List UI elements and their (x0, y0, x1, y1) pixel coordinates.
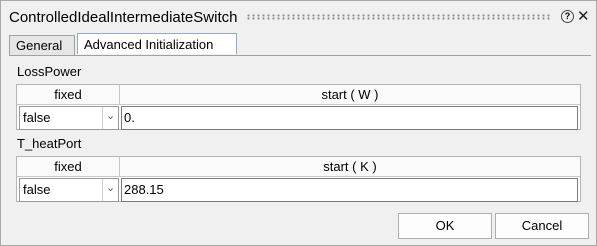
column-header-fixed: fixed (17, 85, 120, 105)
chevron-down-icon[interactable]: ⌄ (102, 179, 118, 201)
tab-general[interactable]: General (9, 35, 75, 55)
losspower-fixed-value: false (23, 110, 51, 125)
window-title: ControlledIdealIntermediateSwitch (9, 9, 238, 26)
section-label-losspower: LossPower (17, 64, 82, 79)
theatport-start-value: 288.15 (124, 182, 164, 197)
cancel-button[interactable]: Cancel (495, 213, 589, 239)
column-header-fixed: fixed (17, 157, 120, 177)
chevron-down-icon[interactable]: ⌄ (102, 107, 118, 129)
title-bar[interactable]: ControlledIdealIntermediateSwitch ? ✕ (1, 1, 596, 31)
column-header-start: start ( K ) (120, 157, 580, 177)
losspower-grid: fixed start ( W ) false ⌄ 0. (16, 84, 581, 130)
section-label-theatport: T_heatPort (17, 136, 82, 151)
help-icon[interactable]: ? (561, 10, 574, 23)
column-header-start: start ( W ) (120, 85, 580, 105)
ok-button[interactable]: OK (398, 213, 492, 239)
theatport-fixed-select[interactable]: false ⌄ (19, 178, 119, 202)
losspower-start-input[interactable]: 0. (121, 106, 578, 130)
close-icon[interactable]: ✕ (577, 7, 590, 25)
theatport-grid: fixed start ( K ) false ⌄ 288.15 (16, 156, 581, 202)
losspower-start-value: 0. (124, 110, 135, 125)
drag-grip[interactable] (246, 14, 551, 20)
tab-advanced-initialization[interactable]: Advanced Initialization (77, 33, 237, 54)
theatport-fixed-value: false (23, 182, 51, 197)
losspower-fixed-select[interactable]: false ⌄ (19, 106, 119, 130)
dialog-window: ControlledIdealIntermediateSwitch ? ✕ Ge… (0, 0, 597, 246)
theatport-start-input[interactable]: 288.15 (121, 178, 578, 202)
